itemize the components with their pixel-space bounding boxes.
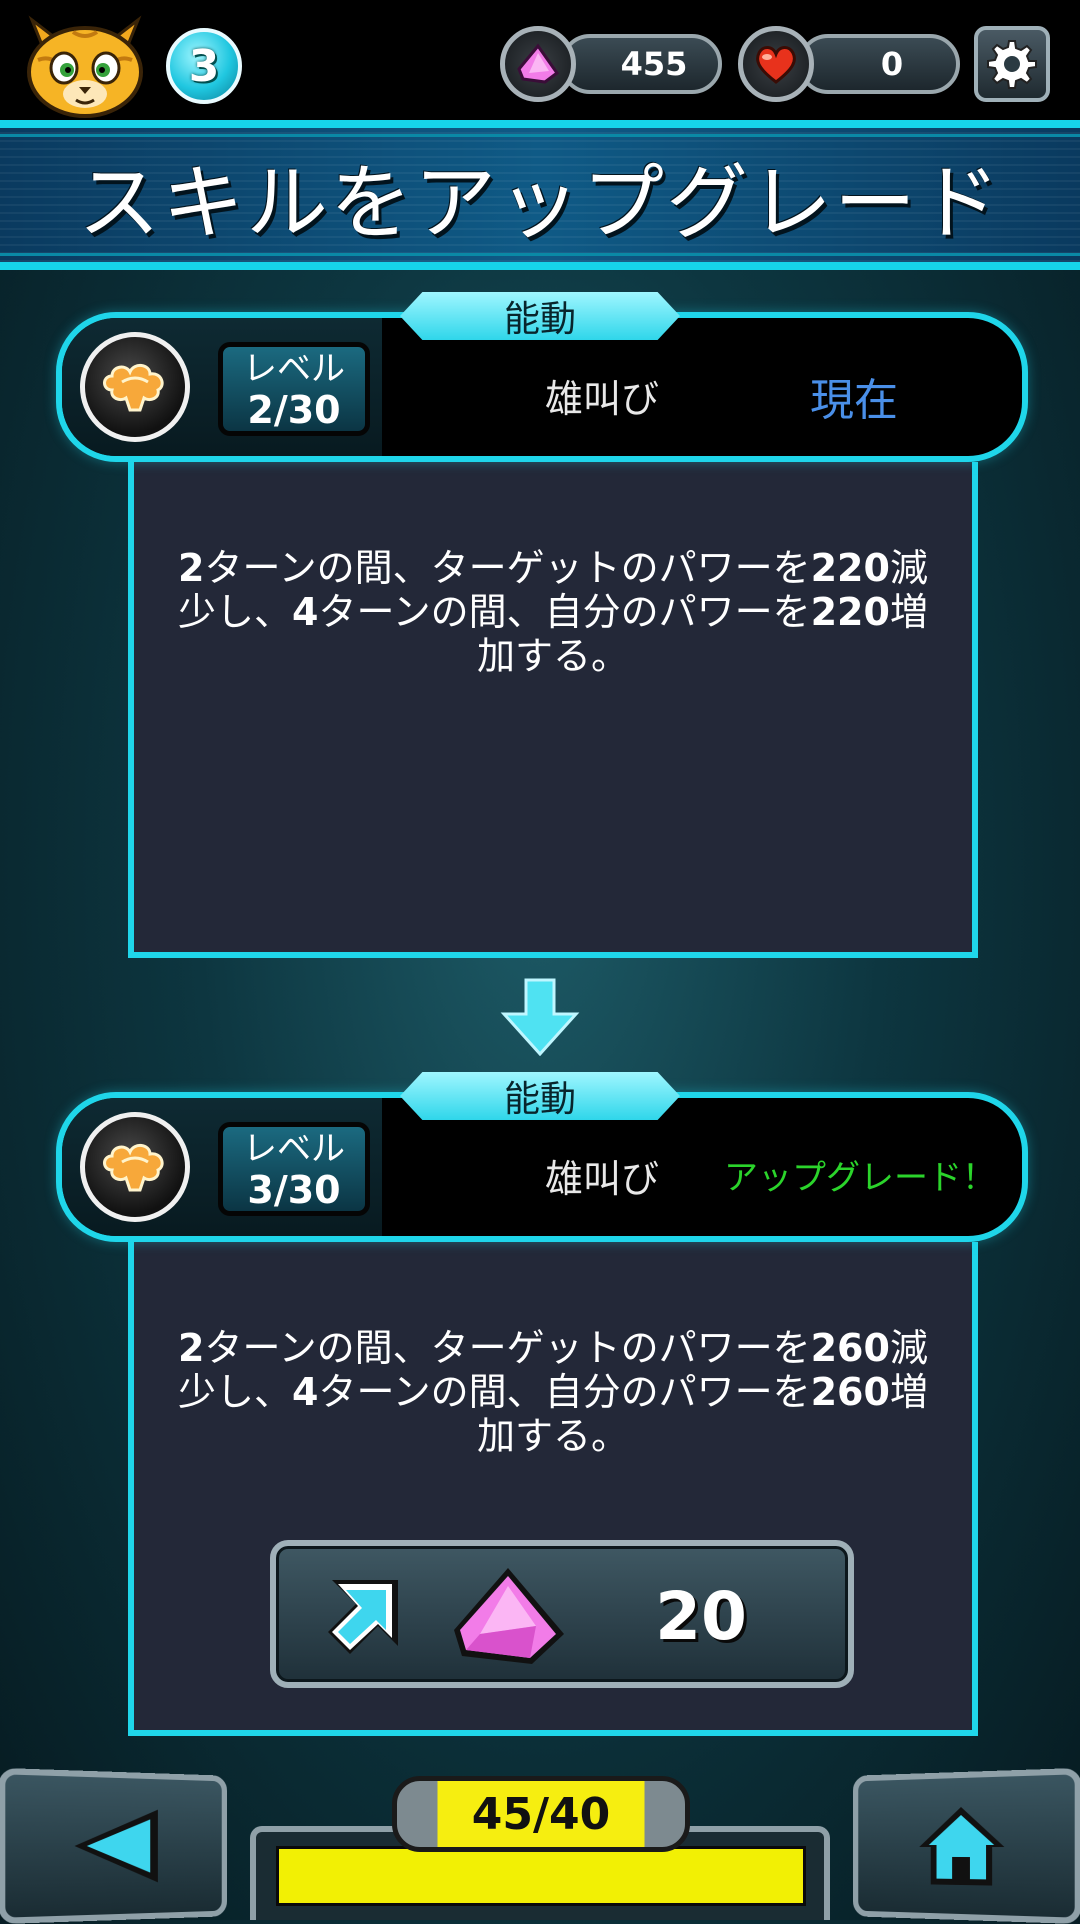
home-icon xyxy=(919,1806,1005,1886)
back-triangle-icon xyxy=(74,1808,158,1884)
upgrade-arrow-icon xyxy=(328,1580,398,1654)
upgrade-status-label: アップグレード！ xyxy=(724,1158,996,1198)
upgrade-button[interactable]: 20 xyxy=(270,1540,854,1688)
energy-counter: 45/40 xyxy=(392,1776,690,1852)
heart-counter[interactable]: 0 xyxy=(798,34,960,94)
player-level-badge: 3 xyxy=(166,28,242,104)
gem-counter[interactable]: 455 xyxy=(560,34,722,94)
next-level-box: レベル 3/30 xyxy=(218,1122,370,1216)
upgrade-cost: 20 xyxy=(655,1578,747,1655)
roar-cloud-icon xyxy=(80,1112,190,1222)
current-skill-description-panel: 2ターンの間、ターゲットのパワーを220減少し、4ターンの間、自分のパワーを22… xyxy=(128,462,978,958)
settings-button[interactable] xyxy=(974,26,1050,102)
gear-icon xyxy=(987,40,1037,89)
cat-avatar-icon[interactable] xyxy=(18,10,152,120)
heart-icon xyxy=(738,26,814,102)
page-title: スキルをアップグレード xyxy=(77,155,1002,251)
pink-gem-icon xyxy=(454,1568,564,1664)
current-skill-type-tab: 能動 xyxy=(400,292,680,340)
energy-bar-track xyxy=(276,1846,806,1906)
home-button[interactable] xyxy=(852,1767,1080,1924)
current-level-value: 2/30 xyxy=(247,388,341,432)
next-skill-type-tab: 能動 xyxy=(400,1072,680,1120)
roar-cloud-icon xyxy=(80,332,190,442)
back-button[interactable] xyxy=(0,1767,228,1924)
current-skill-description: 2ターンの間、ターゲットのパワーを220減少し、4ターンの間、自分のパワーを22… xyxy=(178,546,928,678)
current-status-label: 現在 xyxy=(810,375,898,426)
next-level-value: 3/30 xyxy=(247,1168,341,1212)
pink-gem-icon xyxy=(500,26,576,102)
current-skill-name: 雄叫び xyxy=(544,377,659,421)
next-skill-name: 雄叫び xyxy=(544,1157,659,1201)
title-banner: スキルをアップグレード xyxy=(0,120,1080,270)
next-skill-description: 2ターンの間、ターゲットのパワーを260減少し、4ターンの間、自分のパワーを26… xyxy=(178,1326,928,1458)
current-level-box: レベル 2/30 xyxy=(218,342,370,436)
level-label: レベル xyxy=(243,349,345,389)
level-label: レベル xyxy=(243,1129,345,1169)
energy-bar-fill xyxy=(279,1849,803,1903)
down-arrow-icon xyxy=(500,978,580,1057)
